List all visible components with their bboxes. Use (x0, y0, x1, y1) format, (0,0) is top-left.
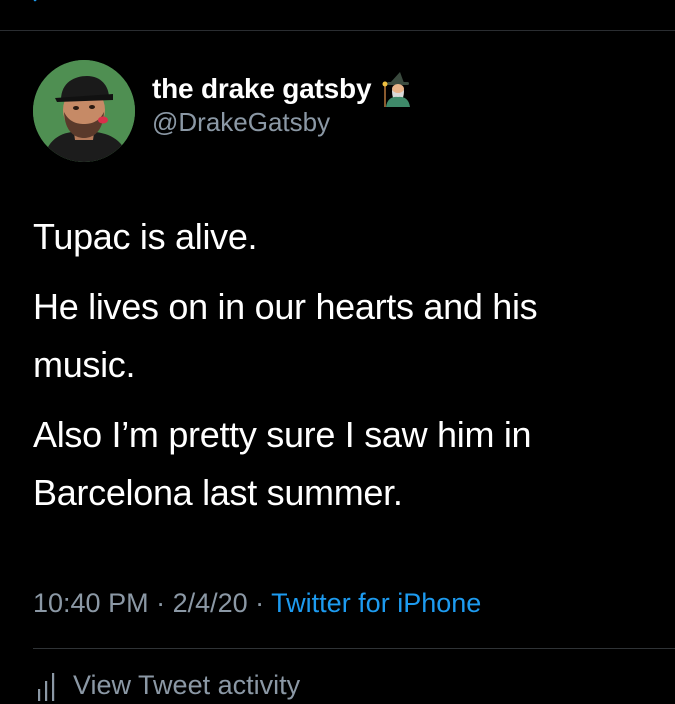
header-divider (0, 30, 675, 31)
mage-emoji-icon (382, 72, 411, 107)
display-name[interactable]: the drake gatsby (152, 73, 372, 105)
view-tweet-activity-label: View Tweet activity (73, 670, 301, 700)
tweet-text: Tupac is alive. He lives on in our heart… (33, 208, 643, 534)
tweet-paragraph: Also I’m pretty sure I saw him in Barcel… (33, 414, 532, 513)
tweet-paragraph: Tupac is alive. (33, 216, 258, 257)
tweet-author[interactable]: the drake gatsby @DrakeGatsby (152, 72, 415, 138)
back-chevron-icon[interactable] (32, 0, 44, 6)
tweet-date[interactable]: 2/4/20 (173, 588, 248, 618)
tweet-time[interactable]: 10:40 PM (33, 588, 149, 618)
tweet-meta: 10:40 PM · 2/4/20 · Twitter for iPhone (33, 588, 481, 619)
bar-chart-icon (38, 672, 55, 701)
handle[interactable]: @DrakeGatsby (152, 107, 415, 138)
avatar[interactable] (33, 60, 135, 162)
tweet-paragraph: He lives on in our hearts and his music. (33, 286, 538, 385)
cartoon-avatar-icon (33, 60, 135, 162)
tweet-source-link[interactable]: Twitter for iPhone (271, 588, 481, 618)
meta-divider (33, 648, 675, 649)
meta-separator: · (148, 588, 173, 618)
display-name-row: the drake gatsby (152, 72, 415, 107)
meta-separator: · (247, 588, 272, 618)
view-tweet-activity-button[interactable]: View Tweet activity (37, 670, 300, 701)
